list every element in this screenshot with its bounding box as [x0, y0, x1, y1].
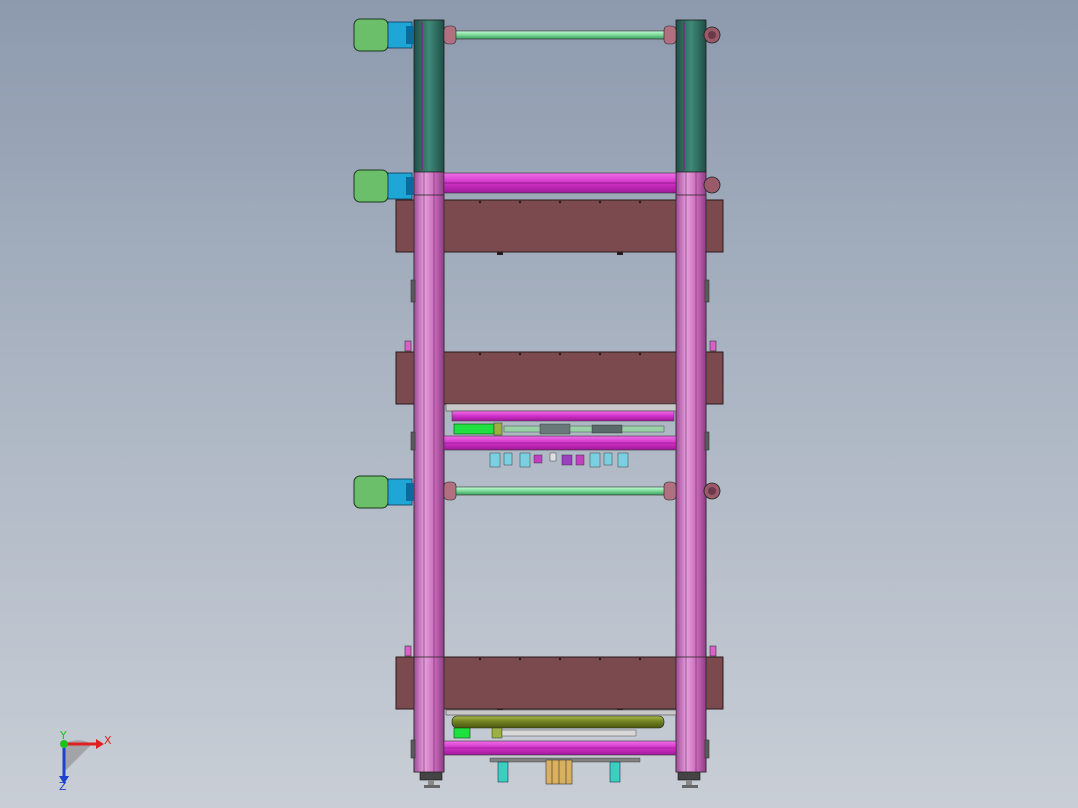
- servo-motor-middle: [353, 475, 414, 509]
- beam-bolts: [478, 200, 642, 712]
- y-axis-label: Y: [59, 729, 67, 742]
- cad-viewport[interactable]: X Y Z: [0, 0, 1078, 808]
- orientation-triad: [59, 739, 104, 784]
- x-axis-label: X: [104, 734, 112, 747]
- bottom-roller-assembly: [443, 709, 677, 785]
- servo-motor-top: [353, 18, 414, 52]
- z-axis-label: Z: [59, 780, 67, 793]
- servo-motor-upper: [353, 169, 414, 203]
- assembly-drawing: X Y Z: [59, 18, 724, 793]
- crossbeams: [395, 199, 724, 710]
- middle-carriage-assembly: [443, 403, 677, 468]
- upper-uprights: [413, 19, 707, 173]
